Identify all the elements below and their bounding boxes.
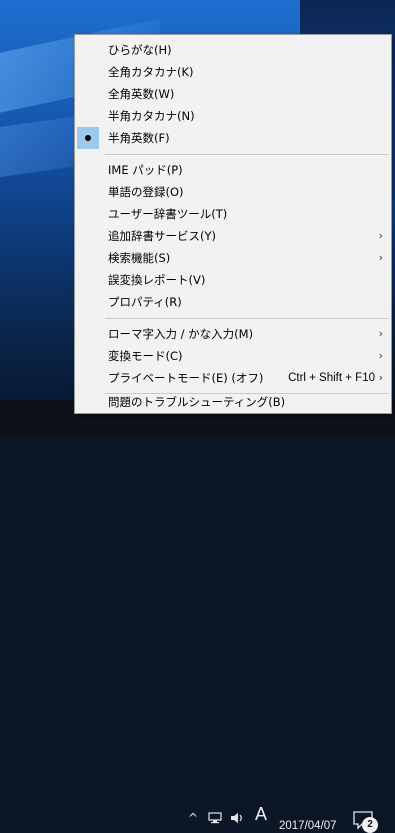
submenu-arrow-icon: ›	[378, 371, 383, 384]
menu-item-user-dictionary-tool[interactable]: ユーザー辞書ツール(T)	[75, 203, 391, 225]
menu-item-fullwidth-alphanumeric[interactable]: 全角英数(W)	[75, 83, 391, 105]
menu-item-hiragana[interactable]: ひらがな(H)	[75, 39, 391, 61]
volume-icon[interactable]	[230, 811, 244, 825]
menu-item-label: プライベートモード(E) (オフ)	[108, 371, 264, 385]
submenu-arrow-icon: ›	[378, 251, 383, 264]
menu-item-conversion-mode[interactable]: 変換モード(C) ›	[75, 345, 391, 367]
menu-item-label: ユーザー辞書ツール(T)	[108, 207, 228, 221]
menu-separator	[105, 318, 389, 319]
submenu-arrow-icon: ›	[378, 349, 383, 362]
ime-context-menu: ひらがな(H) 全角カタカナ(K) 全角英数(W) 半角カタカナ(N) 半角英数…	[74, 34, 392, 414]
menu-item-word-registration[interactable]: 単語の登録(O)	[75, 181, 391, 203]
radio-dot-icon	[85, 135, 91, 141]
menu-item-label: 単語の登録(O)	[108, 185, 184, 199]
submenu-arrow-icon: ›	[378, 327, 383, 340]
menu-item-misconversion-report[interactable]: 誤変換レポート(V)	[75, 269, 391, 291]
menu-item-label: 検索機能(S)	[108, 251, 171, 265]
menu-item-additional-dictionary-service[interactable]: 追加辞書サービス(Y) ›	[75, 225, 391, 247]
notification-count-badge: 2	[362, 817, 378, 833]
menu-item-halfwidth-katakana[interactable]: 半角カタカナ(N)	[75, 105, 391, 127]
selected-radio-icon	[77, 127, 99, 149]
menu-item-label: 誤変換レポート(V)	[108, 273, 206, 287]
menu-item-label: プロパティ(R)	[108, 295, 182, 309]
menu-item-label: 問題のトラブルシューティング(B)	[108, 395, 286, 409]
menu-item-label: 変換モード(C)	[108, 349, 183, 363]
menu-item-troubleshooting[interactable]: 問題のトラブルシューティング(B)	[75, 391, 391, 413]
taskbar-date[interactable]: 2017/04/07	[279, 820, 337, 832]
menu-item-label: ローマ字入力 / かな入力(M)	[108, 327, 254, 341]
menu-item-ime-pad[interactable]: IME パッド(P)	[75, 159, 391, 181]
menu-item-shortcut: Ctrl + Shift + F10	[288, 372, 375, 384]
menu-item-label: 全角英数(W)	[108, 87, 175, 101]
menu-item-romaji-kana-input[interactable]: ローマ字入力 / かな入力(M) ›	[75, 323, 391, 345]
ime-mode-indicator[interactable]: A	[255, 804, 267, 825]
menu-item-private-mode[interactable]: プライベートモード(E) (オフ) Ctrl + Shift + F10 ›	[75, 367, 391, 389]
menu-item-label: ひらがな(H)	[108, 43, 172, 57]
menu-item-halfwidth-alphanumeric[interactable]: 半角英数(F)	[75, 127, 391, 149]
menu-separator	[105, 154, 389, 155]
menu-item-label: 追加辞書サービス(Y)	[108, 229, 216, 243]
menu-item-label: IME パッド(P)	[108, 163, 183, 177]
submenu-arrow-icon: ›	[378, 229, 383, 242]
menu-item-label: 半角英数(F)	[108, 131, 170, 145]
show-hidden-icons-chevron-icon[interactable]: ^	[188, 811, 198, 825]
network-icon[interactable]	[208, 812, 222, 824]
menu-item-label: 全角カタカナ(K)	[108, 65, 194, 79]
menu-item-search-function[interactable]: 検索機能(S) ›	[75, 247, 391, 269]
menu-item-properties[interactable]: プロパティ(R)	[75, 291, 391, 313]
menu-item-label: 半角カタカナ(N)	[108, 109, 195, 123]
menu-item-fullwidth-katakana[interactable]: 全角カタカナ(K)	[75, 61, 391, 83]
